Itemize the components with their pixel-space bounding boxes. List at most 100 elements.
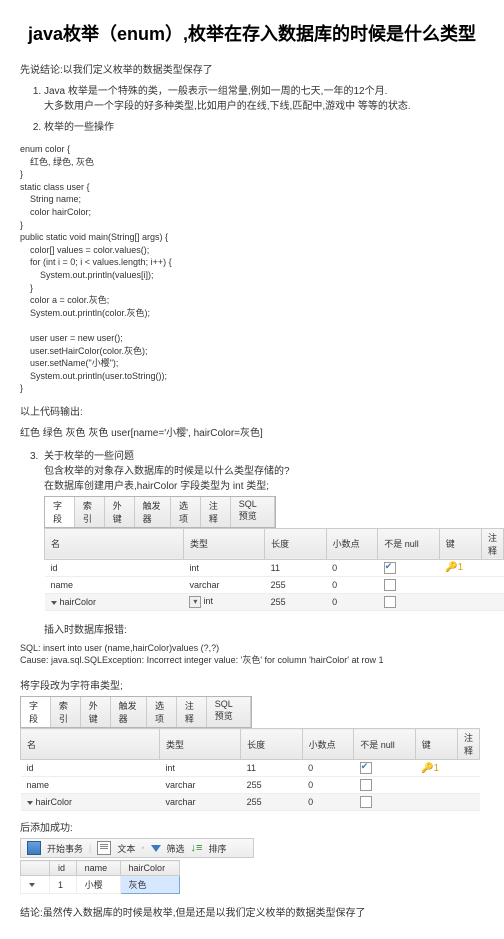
th-name[interactable]: 名 [21, 729, 160, 760]
cell-name[interactable]: hairColor [21, 794, 160, 811]
row-marker [21, 876, 50, 894]
success-label: 后添加成功: [20, 819, 484, 834]
cell-len[interactable]: 255 [265, 593, 326, 610]
th-nn[interactable]: 不是 null [378, 528, 439, 559]
cell-dec[interactable]: 0 [302, 777, 354, 794]
cell-type[interactable]: varchar [159, 794, 240, 811]
checkbox-icon[interactable] [384, 579, 396, 591]
table-designer-tabs[interactable]: 字段 索引 外键 触发器 选项 注释 SQL 预览 [44, 496, 276, 528]
cell-type[interactable]: varchar [183, 576, 264, 593]
filter-icon[interactable] [151, 845, 161, 852]
cell-type[interactable]: ▾int [183, 593, 264, 610]
table-designer-tabs-2[interactable]: 字段 索引 外键 触发器 选项 注释 SQL 预览 [20, 696, 252, 728]
cell-name[interactable]: name [21, 777, 160, 794]
cell-len[interactable]: 11 [265, 559, 326, 576]
table-row[interactable]: hairColor varchar 255 0 [21, 794, 480, 811]
cell-dec[interactable]: 0 [302, 794, 354, 811]
sort-icon[interactable]: ↓≡ [191, 842, 203, 854]
th-name[interactable]: 名 [45, 528, 184, 559]
th-type[interactable]: 类型 [159, 729, 240, 760]
cell-haircolor[interactable]: 灰色 [120, 876, 179, 894]
cell-nn[interactable] [354, 760, 415, 777]
text-icon[interactable] [97, 841, 111, 855]
cell-nn[interactable] [378, 593, 439, 610]
tab-fk[interactable]: 外键 [81, 697, 111, 727]
sort-button[interactable]: 排序 [208, 842, 226, 855]
table-row[interactable]: name varchar 255 0 [45, 576, 504, 593]
cell-len[interactable]: 255 [241, 777, 302, 794]
cell-name[interactable]: hairColor [45, 593, 184, 610]
checkbox-icon[interactable] [384, 562, 396, 574]
th-key[interactable]: 键 [439, 528, 481, 559]
rth-id[interactable]: id [50, 861, 77, 876]
table-row[interactable]: hairColor ▾int 255 0 [45, 593, 504, 610]
th-type[interactable]: 类型 [183, 528, 264, 559]
result-table: id name hairColor 1 小樱 灰色 [20, 860, 180, 894]
cell-type[interactable]: int [159, 760, 240, 777]
cell-dec[interactable]: 0 [302, 760, 354, 777]
th-dec[interactable]: 小数点 [326, 528, 378, 559]
q3-number: 3. [30, 451, 44, 462]
checkbox-icon[interactable] [360, 762, 372, 774]
tab-options[interactable]: 选项 [171, 497, 201, 527]
checkbox-icon[interactable] [384, 596, 396, 608]
cell-name[interactable]: 小樱 [76, 876, 120, 894]
tab-index[interactable]: 索引 [75, 497, 105, 527]
fields-table-2: 名 类型 长度 小数点 不是 null 键 注释 id int 11 0 🔑1 … [20, 728, 480, 811]
grid-icon[interactable] [27, 841, 41, 855]
tab-fields[interactable]: 字段 [45, 497, 75, 527]
checkbox-icon[interactable] [360, 779, 372, 791]
tab-comment[interactable]: 注释 [177, 697, 207, 727]
cell-name[interactable]: id [21, 760, 160, 777]
table-row[interactable]: name varchar 255 0 [21, 777, 480, 794]
th-len[interactable]: 长度 [241, 729, 302, 760]
begin-tx-button[interactable]: 开始事务 [47, 842, 83, 855]
q3c: 在数据库创建用户表,hairColor 字段类型为 int 类型; [44, 481, 269, 492]
th-key[interactable]: 键 [415, 729, 457, 760]
th-dec[interactable]: 小数点 [302, 729, 354, 760]
th-nn[interactable]: 不是 null [354, 729, 415, 760]
intro-text: 先说结论:以我们定义枚举的数据类型保存了 [20, 61, 484, 76]
tab-fields[interactable]: 字段 [21, 697, 51, 727]
tab-fk[interactable]: 外键 [105, 497, 135, 527]
cell-dec[interactable]: 0 [326, 559, 378, 576]
cell-nn[interactable] [354, 777, 415, 794]
table-row[interactable]: id int 11 0 🔑1 [21, 760, 480, 777]
tab-trigger[interactable]: 触发器 [111, 697, 147, 727]
text-button[interactable]: 文本 [117, 842, 135, 855]
row-marker-icon [51, 601, 57, 605]
th-comment[interactable]: 注释 [481, 528, 503, 559]
cell-dec[interactable]: 0 [326, 576, 378, 593]
question-3: 3.关于枚举的一些问题 包含枚举的对象存入数据库的时候是以什么类型存储的? 在数… [20, 447, 484, 492]
th-len[interactable]: 长度 [265, 528, 326, 559]
cell-len[interactable]: 11 [241, 760, 302, 777]
dropdown-icon[interactable]: ▾ [189, 596, 201, 608]
tab-trigger[interactable]: 触发器 [135, 497, 171, 527]
tab-sql[interactable]: SQL 预览 [207, 697, 251, 727]
cell-name[interactable]: name [45, 576, 184, 593]
tab-options[interactable]: 选项 [147, 697, 177, 727]
cell-type[interactable]: int [183, 559, 264, 576]
tab-index[interactable]: 索引 [51, 697, 81, 727]
filter-button[interactable]: 筛选 [167, 842, 185, 855]
cell-len[interactable]: 255 [241, 794, 302, 811]
li1b-text: 大多数用户一个字段的好多种类型,比如用户的在线,下线,匹配中,游戏中 等等的状态… [44, 101, 411, 112]
tab-comment[interactable]: 注释 [201, 497, 231, 527]
cell-nn[interactable] [378, 559, 439, 576]
cell-dec[interactable]: 0 [326, 593, 378, 610]
th-comment[interactable]: 注释 [457, 729, 479, 760]
cell-id[interactable]: 1 [50, 876, 77, 894]
cell-type[interactable]: varchar [159, 777, 240, 794]
cell-nn[interactable] [378, 576, 439, 593]
rth-haircolor[interactable]: hairColor [120, 861, 179, 876]
cell-key: 🔑1 [415, 760, 457, 777]
cell-name[interactable]: id [45, 559, 184, 576]
output-line: 红色 绿色 灰色 灰色 user[name='小樱', hairColor=灰色… [20, 424, 484, 439]
rth-name[interactable]: name [76, 861, 120, 876]
table-row[interactable]: id int 11 0 🔑1 [45, 559, 504, 576]
tab-sql[interactable]: SQL 预览 [231, 497, 275, 527]
checkbox-icon[interactable] [360, 796, 372, 808]
result-row[interactable]: 1 小樱 灰色 [21, 876, 180, 894]
cell-len[interactable]: 255 [265, 576, 326, 593]
cell-nn[interactable] [354, 794, 415, 811]
